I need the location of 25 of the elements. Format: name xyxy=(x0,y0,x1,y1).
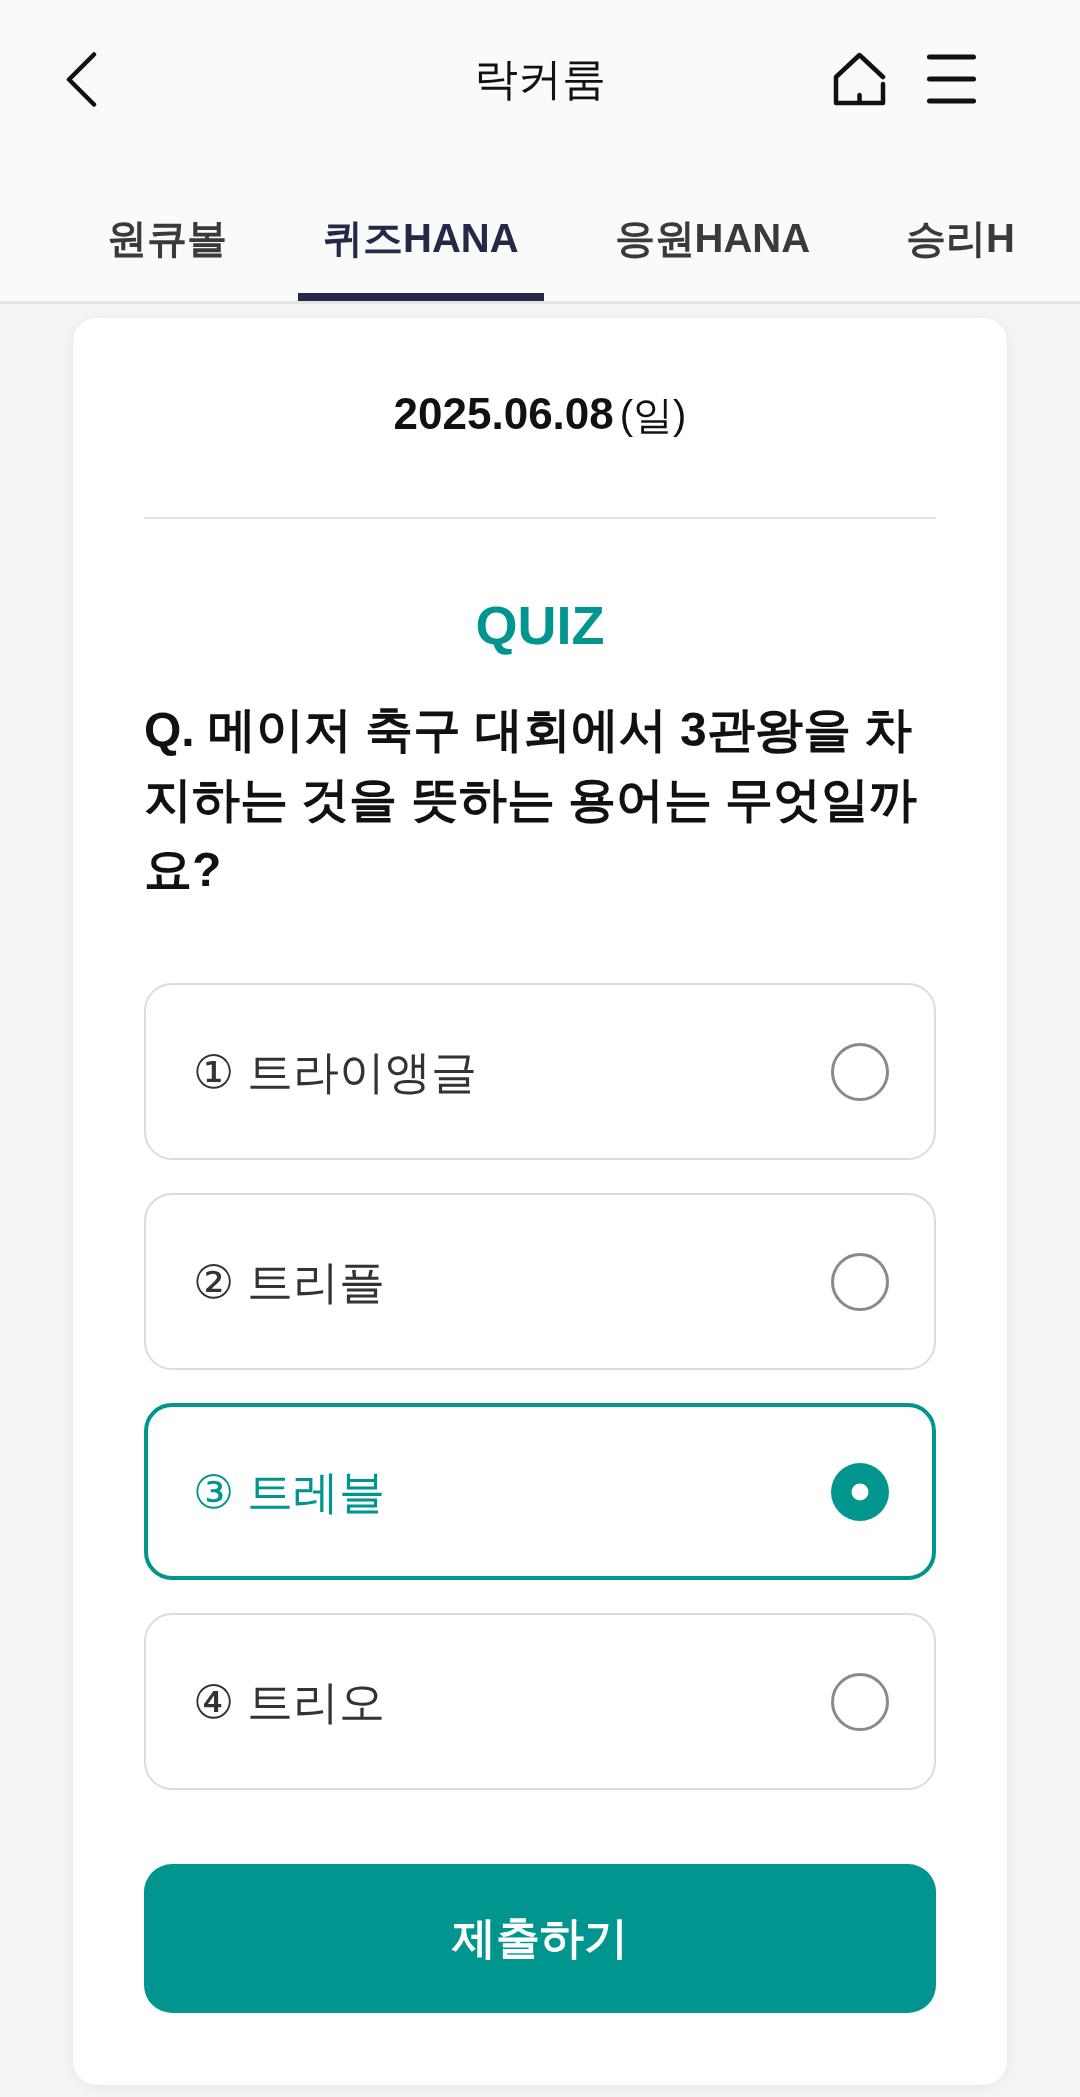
answer-option[interactable]: ③ 트레블 xyxy=(144,1403,936,1580)
quiz-heading: QUIZ xyxy=(474,594,606,657)
menu-icon[interactable] xyxy=(927,54,976,104)
tab[interactable]: 원큐볼 xyxy=(82,158,252,301)
radio-icon xyxy=(831,1462,889,1521)
tab[interactable]: 응원HANA xyxy=(589,158,836,301)
page-title: 락커룸 xyxy=(474,53,606,105)
answer-label: ② 트리플 xyxy=(193,1254,386,1310)
quiz-question: Q. 메이저 축구 대회에서 3관왕을 차지하는 것을 뜻하는 용어는 무엇일까요? xyxy=(144,702,919,898)
submit-button[interactable]: 제출하기 xyxy=(144,1864,936,2013)
radio-icon xyxy=(831,1252,889,1311)
answer-label: ① 트라이앵글 xyxy=(193,1044,478,1100)
answer-option[interactable]: ② 트리플 xyxy=(144,1193,936,1370)
radio-icon xyxy=(831,1042,889,1101)
home-icon[interactable] xyxy=(833,52,886,106)
quiz-weekday: (일) xyxy=(619,392,687,439)
answer-label: ③ 트레블 xyxy=(193,1464,386,1520)
quiz-date: 2025.06.08 xyxy=(393,388,614,440)
answer-label: ④ 트리오 xyxy=(193,1674,386,1730)
tab[interactable]: 승리H xyxy=(881,158,1040,301)
back-icon[interactable] xyxy=(66,51,97,107)
answer-option[interactable]: ① 트라이앵글 xyxy=(144,983,936,1160)
radio-icon xyxy=(831,1672,889,1731)
answer-option[interactable]: ④ 트리오 xyxy=(144,1613,936,1790)
tab[interactable]: 퀴즈HANA xyxy=(298,158,544,301)
